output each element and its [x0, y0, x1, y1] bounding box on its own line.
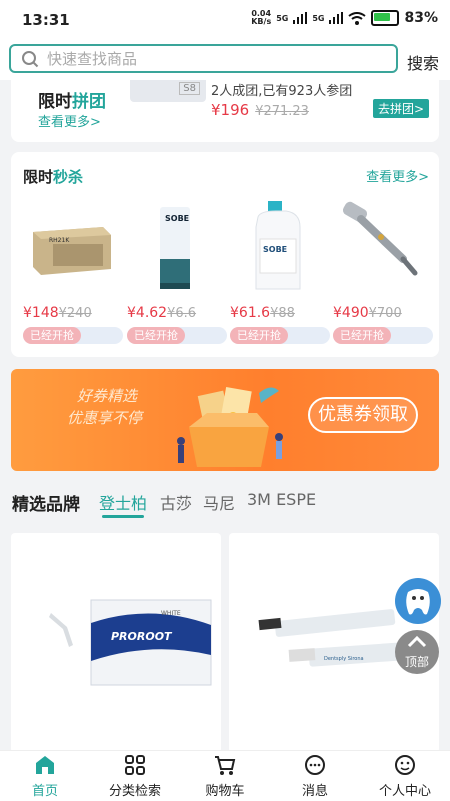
net-speed: 0.04 KB/s — [251, 9, 272, 26]
product-box-label: RH21K — [49, 237, 70, 244]
back-to-top-label: 顶部 — [404, 655, 429, 669]
product-brand: SOBE — [165, 214, 189, 223]
coupon-banner[interactable]: 好券精选 优惠享不停 优惠券领取 — [11, 369, 439, 471]
tab-profile[interactable]: 个人中心 — [360, 751, 450, 801]
message-icon — [305, 755, 325, 775]
coupon-claim-button[interactable]: 优惠券领取 — [308, 397, 418, 433]
signal-icon-2 — [329, 12, 344, 24]
bottom-tab-bar: 首页 分类检索 购物车 消息 个人中心 — [0, 750, 450, 801]
product-image: PROROOT WHITE — [49, 599, 212, 686]
chevron-up-icon — [407, 635, 427, 648]
wifi-icon — [348, 11, 367, 25]
brand-tab-mani[interactable]: 马尼 — [203, 490, 235, 514]
search-icon — [22, 50, 39, 67]
product-image: SOBE — [160, 207, 190, 289]
sale-status-bar: 已经开抢 — [230, 327, 330, 344]
tab-messages[interactable]: 消息 — [270, 751, 360, 801]
brand-tab-indicator — [102, 515, 144, 518]
back-to-top-button[interactable]: 顶部 — [395, 630, 439, 674]
group-buy-title: 限时拼团 — [38, 92, 106, 112]
svg-text:WHITE: WHITE — [161, 610, 181, 617]
banner-slogan-2: 优惠享不停 — [67, 409, 143, 427]
flash-sale-more-link[interactable]: 查看更多> — [366, 166, 429, 185]
sale-status-bar: 已经开抢 — [333, 327, 433, 344]
net1-label: 5G — [276, 13, 289, 23]
product-price: ¥4.62¥6.6 — [127, 305, 197, 321]
status-time: 13:31 — [22, 11, 70, 29]
search-row: 快速查找商品 搜索 — [0, 40, 450, 80]
tab-home[interactable]: 首页 — [0, 751, 90, 801]
product-brand: SOBE — [263, 245, 287, 254]
sale-status-bar: 已经开抢 — [23, 327, 123, 344]
battery-icon — [371, 10, 400, 26]
group-buy-product-image[interactable]: S8 — [130, 80, 206, 102]
group-buy-card: 限时拼团 查看更多> S8 2人成团,已有923人参团 ¥196 ¥271.23 … — [11, 80, 439, 142]
home-icon — [36, 756, 54, 774]
status-bar: 13:31 0.04 KB/s 5G 5G 83% — [0, 0, 450, 40]
flash-product-3[interactable]: SOBE ¥61.6¥88 已经开抢 — [230, 197, 330, 347]
search-placeholder: 快速查找商品 — [47, 50, 138, 68]
net2-label: 5G — [312, 13, 325, 23]
battery-level: 83% — [404, 10, 438, 26]
signal-icon — [293, 12, 308, 24]
brand-tab-dentsply[interactable]: 登士柏 — [99, 490, 147, 514]
product-price: ¥490¥700 — [333, 305, 402, 321]
banner-slogan-1: 好券精选 — [77, 387, 138, 405]
product-image: RH21K — [33, 227, 111, 275]
svg-text:PROROOT: PROROOT — [111, 630, 173, 643]
grid-icon — [125, 755, 145, 775]
flash-sale-title: 限时秒杀 — [23, 168, 84, 186]
brand-tab-gusha[interactable]: 古莎 — [160, 490, 192, 514]
brand-tab-3m-espe[interactable]: 3M ESPE — [247, 490, 316, 509]
group-buy-info: 2人成团,已有923人参团 — [211, 84, 353, 99]
status-icons: 0.04 KB/s 5G 5G 83% — [251, 10, 438, 26]
tooth-mascot-icon — [406, 589, 430, 615]
tab-category[interactable]: 分类检索 — [90, 751, 180, 801]
product-image: SOBE — [255, 201, 301, 290]
sale-status-bar: 已经开抢 — [127, 327, 227, 344]
flash-product-4[interactable]: ¥490¥700 已经开抢 — [333, 197, 433, 347]
cart-icon — [215, 756, 236, 775]
customer-service-button[interactable] — [395, 578, 441, 624]
tab-cart[interactable]: 购物车 — [180, 751, 270, 801]
goods-card-1[interactable]: PROROOT WHITE — [11, 533, 221, 753]
svg-text:Dentsply Sirona: Dentsply Sirona — [324, 656, 364, 662]
product-price: ¥61.6¥88 — [230, 305, 295, 321]
group-buy-more-link[interactable]: 查看更多> — [38, 111, 101, 130]
search-button[interactable]: 搜索 — [407, 50, 439, 74]
brand-section-title: 精选品牌 — [12, 495, 80, 515]
brand-section: 精选品牌 登士柏 古莎 马尼 3M ESPE — [0, 484, 450, 518]
flash-product-1[interactable]: RH21K ¥148¥240 已经开抢 — [23, 197, 123, 347]
flash-product-2[interactable]: SOBE ¥4.62¥6.6 已经开抢 — [127, 197, 227, 347]
gift-box-illustration — [177, 387, 283, 467]
profile-icon — [395, 755, 415, 775]
group-buy-price: ¥196 ¥271.23 — [211, 101, 309, 119]
product-price: ¥148¥240 — [23, 305, 92, 321]
search-input[interactable]: 快速查找商品 — [9, 44, 398, 73]
flash-sale-card: 限时秒杀 查看更多> RH21K ¥148¥240 已经开抢 SOBE ¥4.6… — [11, 152, 439, 357]
group-buy-button[interactable]: 去拼团> — [372, 99, 429, 118]
product-image — [342, 201, 418, 276]
